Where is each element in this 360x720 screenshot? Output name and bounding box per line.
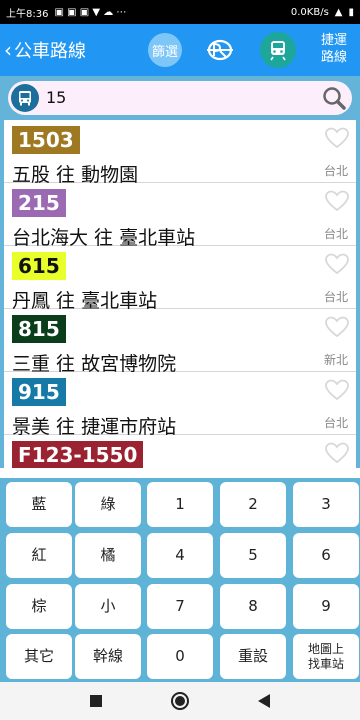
app-bar: ‹ 公車路線 篩選 捷運 路線: [0, 24, 360, 76]
key-8[interactable]: 8: [220, 584, 286, 629]
route-region: 台北: [323, 164, 348, 178]
key-map-label-1: 地圖上: [307, 641, 344, 656]
route-region: 台北: [323, 227, 348, 241]
key-6[interactable]: 6: [293, 533, 359, 578]
route-list[interactable]: 1503 五股 往 動物園 台北 215 台北海大 往 臺北車站 台北 615 丹鳳 往 臺北…: [0, 120, 360, 468]
heart-outline-icon[interactable]: [324, 252, 350, 276]
search-input[interactable]: 15: [46, 88, 66, 107]
key-brown[interactable]: 棕: [6, 584, 72, 629]
status-bar: 上午8:36 ▣ ▣ ▣ ▼ ☁ ⋯ 0.0KB/s ▲ ▮: [0, 0, 360, 24]
route-number-badge: F123-1550: [12, 441, 144, 468]
key-other[interactable]: 其它: [6, 634, 72, 679]
metro-routes-button[interactable]: 捷運 路線: [316, 32, 352, 66]
square-icon: [90, 695, 102, 707]
metro-routes-label-1: 捷運: [320, 33, 347, 48]
notification-icons: ▣ ▣ ▣ ▼ ☁ ⋯: [54, 6, 127, 18]
status-time: 上午8:36: [6, 8, 49, 20]
route-item[interactable]: 1503 五股 往 動物園 台北: [4, 120, 356, 186]
signal-icon: ▲: [334, 6, 343, 18]
heart-outline-icon[interactable]: [324, 189, 350, 213]
heart-outline-icon[interactable]: [324, 378, 350, 402]
route-number-badge: 815: [12, 315, 66, 343]
key-7[interactable]: 7: [147, 584, 213, 629]
heart-outline-icon[interactable]: [324, 126, 350, 150]
metro-button[interactable]: [260, 32, 296, 68]
key-map-label-2: 找車站: [307, 656, 344, 671]
key-4[interactable]: 4: [147, 533, 213, 578]
metro-routes-label-2: 路線: [320, 50, 347, 65]
battery-icon: ▮: [348, 6, 354, 18]
key-orange[interactable]: 橘: [75, 533, 141, 578]
home-button[interactable]: [169, 690, 191, 712]
route-number-badge: 215: [12, 189, 66, 217]
route-item[interactable]: F123-1550: [4, 435, 356, 468]
metro-train-icon: [270, 41, 286, 61]
triangle-back-icon: [258, 694, 270, 708]
recents-button[interactable]: [85, 690, 107, 712]
key-1[interactable]: 1: [147, 482, 213, 527]
heart-outline-icon[interactable]: [324, 315, 350, 339]
route-region: 新北: [323, 353, 348, 367]
key-reset[interactable]: 重設: [220, 634, 286, 679]
key-trunk[interactable]: 幹線: [75, 634, 141, 679]
route-item[interactable]: 615 丹鳳 往 臺北車站 台北: [4, 246, 356, 312]
key-small[interactable]: 小: [75, 584, 141, 629]
key-map-find-station[interactable]: 地圖上 找車站: [293, 634, 359, 679]
bus-logo-icon[interactable]: [204, 36, 236, 64]
key-9[interactable]: 9: [293, 584, 359, 629]
system-nav-bar: [0, 682, 360, 720]
key-0[interactable]: 0: [147, 634, 213, 679]
keypad: 藍 綠 1 2 3 紅 橘 4 5 6 棕 小 7 8 9 其它 幹線 0 重設…: [0, 478, 360, 682]
route-item[interactable]: 915 景美 往 捷運市府站 台北: [4, 372, 356, 438]
page-title: 公車路線: [14, 41, 86, 62]
search-box[interactable]: 15: [8, 81, 352, 115]
key-red[interactable]: 紅: [6, 533, 72, 578]
key-5[interactable]: 5: [220, 533, 286, 578]
filter-button[interactable]: 篩選: [148, 33, 182, 67]
circle-icon: [171, 692, 189, 710]
route-number-badge: 615: [12, 252, 66, 280]
route-item[interactable]: 815 三重 往 故宮博物院 新北: [4, 309, 356, 375]
back-nav-button[interactable]: [253, 690, 275, 712]
key-green[interactable]: 綠: [75, 482, 141, 527]
key-blue[interactable]: 藍: [6, 482, 72, 527]
route-item[interactable]: 215 台北海大 往 臺北車站 台北: [4, 183, 356, 249]
heart-outline-icon[interactable]: [324, 441, 350, 465]
route-region: 台北: [323, 416, 348, 430]
network-speed: 0.0KB/s: [290, 6, 329, 18]
magnifier-icon[interactable]: [320, 84, 348, 112]
route-number-badge: 1503: [12, 126, 80, 154]
route-number-badge: 915: [12, 378, 66, 406]
key-2[interactable]: 2: [220, 482, 286, 527]
bus-icon: [11, 84, 39, 112]
route-region: 台北: [323, 290, 348, 304]
search-area: 15: [0, 76, 360, 120]
back-button[interactable]: ‹ 公車路線: [0, 24, 86, 76]
chevron-left-icon: ‹: [4, 38, 12, 62]
key-3[interactable]: 3: [293, 482, 359, 527]
